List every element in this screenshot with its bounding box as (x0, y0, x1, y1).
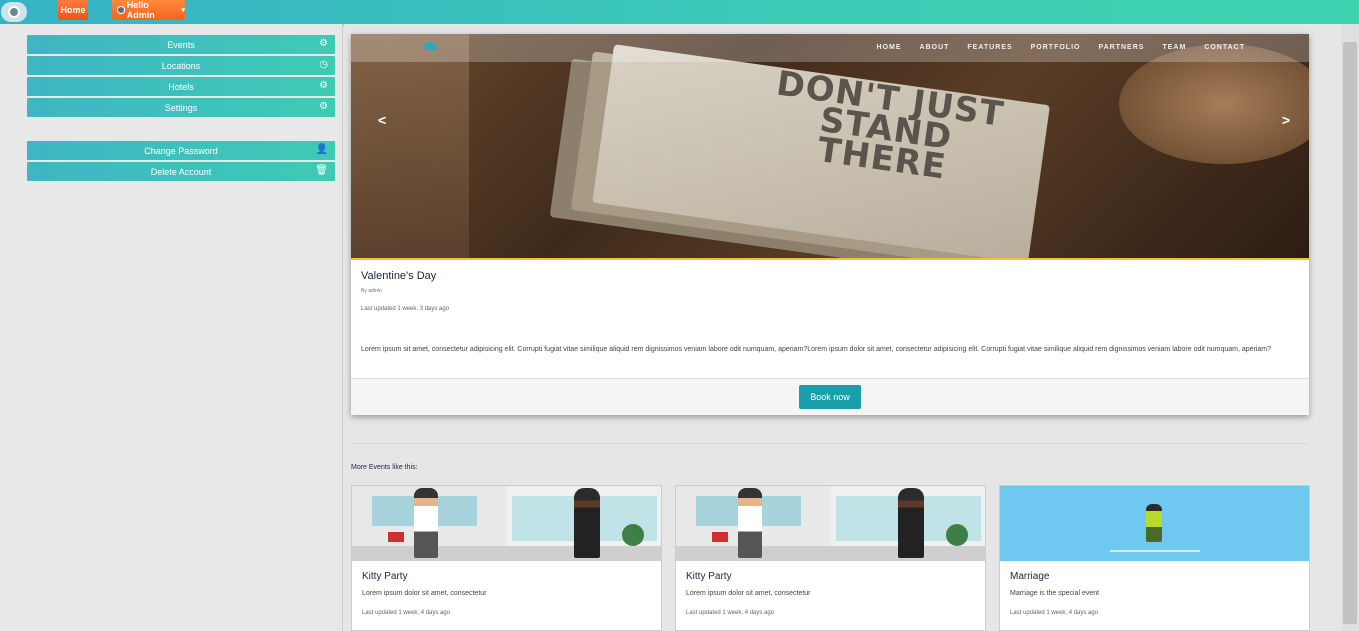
scrollbar-thumb[interactable] (1343, 42, 1357, 624)
event-card[interactable]: Marriage Marriage is the special event L… (999, 485, 1310, 631)
logo-icon (8, 6, 20, 18)
gears-icon: ⚙ (319, 80, 328, 91)
sidebar-item-hotels[interactable]: Hotels ⚙ (27, 77, 335, 96)
event-card-desc: Lorem ipsum dolor sit amet, consectetur (686, 590, 811, 597)
sidebar-item-label: Delete Account (150, 166, 212, 177)
main-content: DON'T JUST STAND THERE HOME ABOUT FEATUR… (344, 24, 1341, 631)
home-button[interactable]: Home (58, 0, 88, 20)
hero-nav-link: CONTACT (1204, 44, 1245, 51)
card-footer: Book now (351, 378, 1309, 415)
hero-nav-links: HOME ABOUT FEATURES PORTFOLIO PARTNERS T… (877, 44, 1245, 51)
event-image-carousel: DON'T JUST STAND THERE HOME ABOUT FEATUR… (351, 34, 1309, 258)
event-updated: Last updated 1 week, 3 days ago (361, 306, 450, 312)
clock-icon: ◷ (319, 59, 328, 70)
top-navbar: Home Hello Admin ▾ (0, 0, 1359, 24)
more-events-heading: More Events like this: (351, 464, 418, 471)
wifi-icon (423, 42, 437, 50)
app-logo[interactable] (1, 2, 27, 22)
event-title: Valentine's Day (361, 270, 437, 282)
admin-menu-button[interactable]: Hello Admin ▾ (112, 0, 185, 20)
sidebar-item-label: Hotels (168, 81, 194, 92)
admin-label: Hello Admin (126, 0, 155, 20)
hero-image-shade (351, 34, 469, 258)
event-card-image (1000, 486, 1309, 561)
sidebar-item-settings[interactable]: Settings ⚙ (27, 98, 335, 117)
event-card[interactable]: Kitty Party Lorem ipsum dolor sit amet, … (675, 485, 986, 631)
sidebar-item-events[interactable]: Events ⚙ (27, 35, 335, 54)
sidebar-item-label: Events (167, 39, 195, 50)
event-card-image (676, 486, 985, 561)
user-minus-icon: 👤 (315, 144, 328, 155)
hero-nav-link: PORTFOLIO (1030, 44, 1081, 51)
event-card-updated: Last updated 1 week, 4 days ago (1010, 610, 1099, 616)
page-scrollbar[interactable] (1341, 24, 1359, 631)
user-icon (117, 6, 125, 14)
hero-image-coasters (1119, 44, 1309, 164)
event-card-title: Kitty Party (686, 571, 732, 582)
gears-icon: ⚙ (319, 101, 328, 112)
carousel-next-icon[interactable]: > (1282, 112, 1290, 128)
event-card[interactable]: Kitty Party Lorem ipsum dolor sit amet, … (351, 485, 662, 631)
hero-nav-strip: HOME ABOUT FEATURES PORTFOLIO PARTNERS T… (351, 34, 1309, 62)
gears-icon: ⚙ (319, 38, 328, 49)
event-card-title: Marriage (1010, 571, 1050, 582)
sidebar-item-locations[interactable]: Locations ◷ (27, 56, 335, 75)
event-card-desc: Lorem ipsum dolor sit amet, consectetur (362, 590, 487, 597)
hero-nav-link: ABOUT (919, 44, 950, 51)
event-author: By admin (361, 288, 382, 294)
sidebar-item-label: Settings (164, 102, 198, 113)
sidebar-item-label: Locations (161, 60, 201, 71)
trash-icon: 🗑 (315, 165, 328, 176)
left-sidebar: Events ⚙ Locations ◷ Hotels ⚙ Settings ⚙… (0, 24, 343, 631)
carousel-prev-icon[interactable]: < (378, 112, 386, 128)
event-card-desc: Marriage is the special event (1010, 590, 1100, 597)
hero-nav-link: TEAM (1162, 44, 1187, 51)
event-card-updated: Last updated 1 week, 4 days ago (362, 610, 451, 616)
hero-nav-link: HOME (876, 44, 902, 51)
caret-down-icon: ▾ (181, 7, 185, 14)
change-password-button[interactable]: Change Password 👤 (27, 141, 335, 160)
event-card-image (352, 486, 661, 561)
hero-divider (351, 258, 1309, 260)
event-description: Lorem ipsum sit amet, consectetur adipis… (361, 346, 1272, 353)
sidebar-item-label: Change Password (144, 145, 218, 156)
book-now-button[interactable]: Book now (799, 385, 861, 409)
event-card-title: Kitty Party (362, 571, 408, 582)
delete-account-button[interactable]: Delete Account 🗑 (27, 162, 335, 181)
hero-nav-link: PARTNERS (1098, 44, 1145, 51)
section-divider (351, 443, 1309, 444)
featured-event-card: DON'T JUST STAND THERE HOME ABOUT FEATUR… (351, 34, 1309, 415)
event-card-updated: Last updated 1 week, 4 days ago (686, 610, 775, 616)
hero-nav-link: FEATURES (967, 44, 1013, 51)
